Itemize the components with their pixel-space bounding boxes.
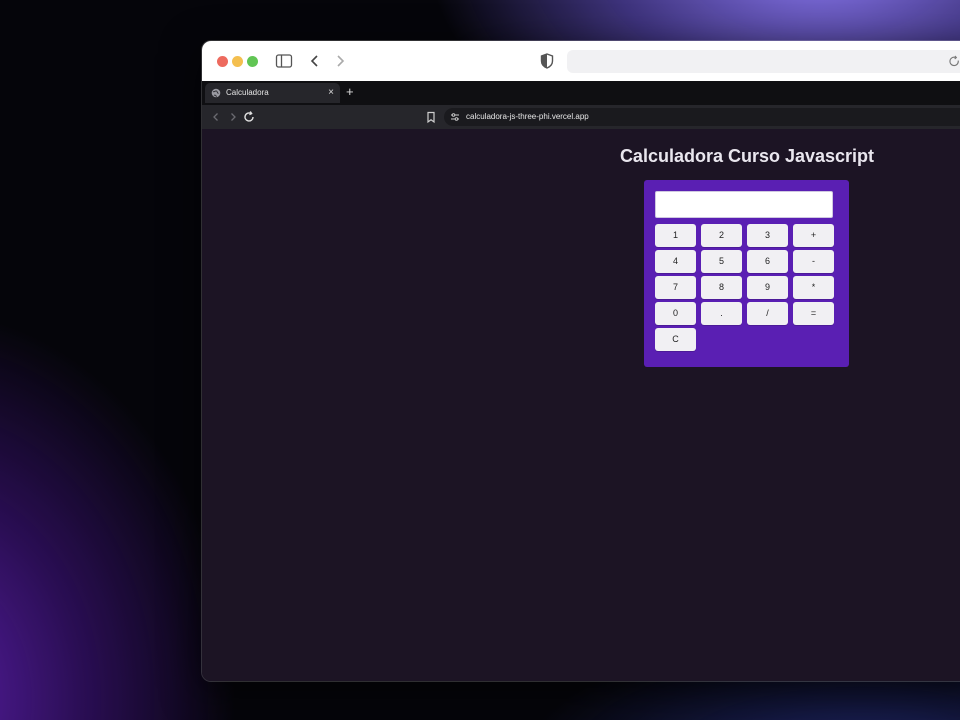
zoom-window-button[interactable]: [247, 56, 258, 67]
close-tab-icon[interactable]: ×: [328, 83, 334, 103]
back-icon[interactable]: [209, 110, 223, 124]
key-clear-button[interactable]: C: [655, 328, 696, 351]
key-3-button[interactable]: 3: [747, 224, 788, 247]
key-1-button[interactable]: 1: [655, 224, 696, 247]
sidebar-icon[interactable]: [275, 52, 293, 70]
key-2-button[interactable]: 2: [701, 224, 742, 247]
site-settings-icon[interactable]: [450, 112, 460, 122]
minimize-window-button[interactable]: [232, 56, 243, 67]
page-content: Calculadora Curso Javascript 1 2 3 +4 5 6- 7 8 9…: [202, 129, 960, 681]
calculator: 1 2 3 +4 5 6- 7 8 9 * 0. / = C: [644, 180, 849, 367]
safari-toolbar: [202, 41, 960, 81]
key-9-button[interactable]: 9: [747, 276, 788, 299]
key-5-button[interactable]: 5: [701, 250, 742, 273]
page-title: Calculadora Curso Javascript: [619, 146, 875, 166]
bookmark-icon[interactable]: [424, 110, 438, 124]
key-6-button[interactable]: 6: [747, 250, 788, 273]
key-decimal-button[interactable]: .: [701, 302, 742, 325]
key-plus-button[interactable]: +: [793, 224, 834, 247]
key-multiply-button[interactable]: *: [793, 276, 834, 299]
calculator-display[interactable]: [655, 191, 833, 218]
new-tab-icon[interactable]: +: [346, 82, 354, 102]
close-window-button[interactable]: [217, 56, 228, 67]
tab-title: Calculadora: [226, 88, 269, 97]
key-8-button[interactable]: 8: [701, 276, 742, 299]
key-7-button[interactable]: 7: [655, 276, 696, 299]
url-field[interactable]: calculadora-js-three-phi.vercel.app: [444, 108, 960, 126]
address-bar: calculadora-js-three-phi.vercel.app: [202, 105, 960, 129]
tab-strip: Calculadora × +: [202, 81, 960, 105]
shield-icon[interactable]: [538, 52, 556, 70]
browser-window: Calculadora × + calculadora-js-three-phi…: [202, 41, 960, 681]
key-divide-button[interactable]: /: [747, 302, 788, 325]
globe-icon: [211, 88, 221, 98]
forward-icon[interactable]: [226, 110, 240, 124]
forward-chevron-icon[interactable]: [331, 52, 349, 70]
key-equals-button[interactable]: =: [793, 302, 834, 325]
reload-icon[interactable]: [948, 55, 960, 68]
url-text[interactable]: calculadora-js-three-phi.vercel.app: [466, 108, 589, 126]
key-minus-button[interactable]: -: [793, 250, 834, 273]
reload-icon[interactable]: [242, 110, 256, 124]
back-chevron-icon[interactable]: [306, 52, 324, 70]
tab-calculadora[interactable]: Calculadora ×: [205, 83, 340, 103]
key-0-button[interactable]: 0: [655, 302, 696, 325]
key-4-button[interactable]: 4: [655, 250, 696, 273]
safari-address-field[interactable]: [567, 50, 960, 73]
